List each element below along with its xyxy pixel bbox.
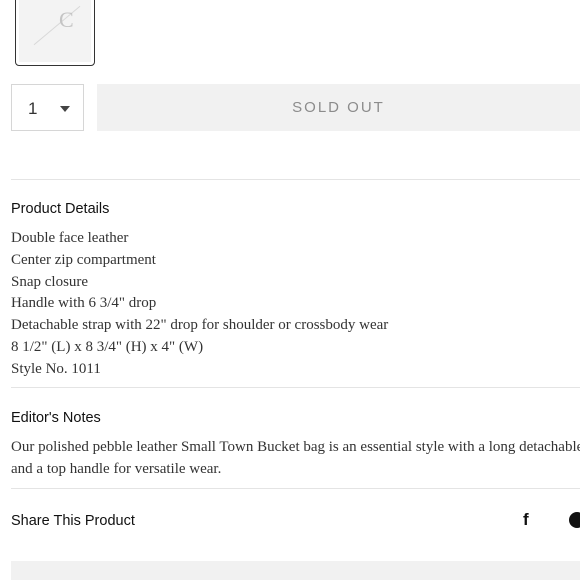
caret-down-icon xyxy=(60,106,70,112)
list-item: Center zip compartment xyxy=(11,251,156,268)
sold-out-button[interactable]: SOLD OUT xyxy=(97,84,580,131)
divider xyxy=(11,387,580,388)
editors-notes-heading: Editor's Notes xyxy=(11,410,101,426)
brand-logo-icon: C xyxy=(59,7,74,32)
share-heading: Share This Product xyxy=(11,513,135,529)
editors-notes-line: Our polished pebble leather Small Town B… xyxy=(11,439,580,455)
divider xyxy=(11,488,580,489)
editors-notes-line: and a top handle for versatile wear. xyxy=(11,460,222,477)
bottom-section-bar xyxy=(11,561,580,580)
swatch-image: C xyxy=(19,0,91,62)
pinterest-icon[interactable] xyxy=(569,512,580,528)
product-details-heading: Product Details xyxy=(11,201,110,217)
editors-notes-text: Our polished pebble leather Small Town B… xyxy=(11,437,580,481)
list-item: Double face leather xyxy=(11,230,129,246)
quantity-value: 1 xyxy=(28,99,38,118)
list-item: 8 1/2" (L) x 8 3/4" (H) x 4" (W) xyxy=(11,338,204,355)
list-item: Handle with 6 3/4" drop xyxy=(11,295,157,312)
divider xyxy=(11,179,580,180)
list-item: Snap closure xyxy=(11,273,89,290)
list-item: Detachable strap with 22" drop for shoul… xyxy=(11,317,389,334)
facebook-icon[interactable]: f xyxy=(523,510,529,530)
color-swatch-selected[interactable]: C xyxy=(15,0,95,66)
product-details-list: Double face leather Center zip compartme… xyxy=(11,228,388,381)
quantity-select[interactable]: 1 xyxy=(11,84,84,131)
list-item: Style No. 1011 xyxy=(11,360,101,377)
